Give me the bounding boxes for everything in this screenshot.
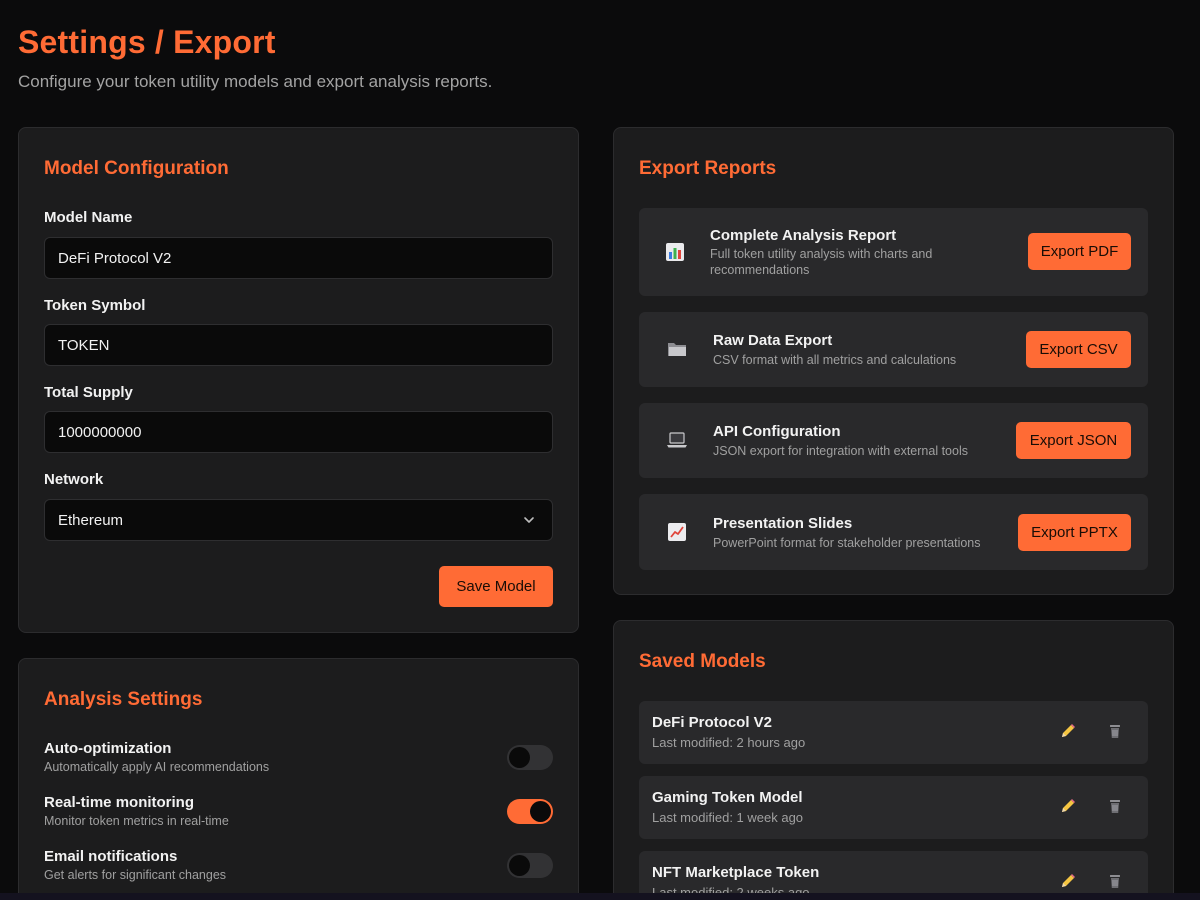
analysis-settings-card: Analysis Settings Auto-optimization Auto…	[18, 658, 579, 900]
page-subtitle: Configure your token utility models and …	[18, 72, 493, 91]
edit-pencil-icon[interactable]	[1059, 872, 1077, 890]
bar-chart-icon	[666, 243, 684, 261]
export-pptx-button[interactable]: Export PPTX	[1018, 514, 1131, 551]
folder-icon	[668, 343, 686, 356]
model-configuration-title: Model Configuration	[44, 158, 229, 179]
saved-model-meta: Last modified: 2 hours ago	[652, 735, 806, 750]
saved-model-meta: Last modified: 1 week ago	[652, 810, 804, 825]
model-name-label: Model Name	[44, 209, 133, 226]
chevron-down-icon	[524, 517, 534, 523]
model-name-input[interactable]: DeFi Protocol V2	[44, 237, 553, 279]
edit-pencil-icon[interactable]	[1059, 722, 1077, 740]
model-configuration-card: Model Configuration Model Name DeFi Prot…	[18, 127, 579, 633]
saved-models-title: Saved Models	[639, 651, 766, 672]
toggle-knob	[509, 747, 530, 768]
export-item-description: JSON export for integration with externa…	[713, 444, 968, 458]
network-select-value: Ethereum	[58, 511, 124, 529]
toggle-knob	[509, 855, 530, 876]
saved-models-card: Saved Models DeFi Protocol V2 Last modif…	[613, 620, 1174, 900]
analysis-settings-title: Analysis Settings	[44, 689, 203, 710]
saved-model-name: Gaming Token Model	[652, 789, 803, 806]
trash-icon[interactable]	[1106, 872, 1124, 890]
setting-description: Get alerts for significant changes	[44, 868, 227, 882]
export-reports-card: Export Reports Complete Analysis Report …	[613, 127, 1174, 595]
save-model-button[interactable]: Save Model	[439, 566, 553, 607]
trash-icon[interactable]	[1106, 797, 1124, 815]
export-pdf-button[interactable]: Export PDF	[1028, 233, 1131, 270]
export-reports-title: Export Reports	[639, 158, 777, 179]
real-time-monitoring-toggle[interactable]	[507, 799, 553, 824]
edit-pencil-icon[interactable]	[1059, 797, 1077, 815]
laptop-icon	[667, 432, 687, 448]
saved-model-item[interactable]: Gaming Token Model Last modified: 1 week…	[639, 776, 1148, 839]
token-symbol-label: Token Symbol	[44, 297, 146, 314]
toggle-knob	[530, 801, 551, 822]
trash-icon[interactable]	[1106, 722, 1124, 740]
setting-description: Automatically apply AI recommendations	[44, 760, 270, 774]
setting-description: Monitor token metrics in real-time	[44, 814, 229, 828]
export-item-name: Raw Data Export	[713, 332, 833, 349]
total-supply-label: Total Supply	[44, 384, 133, 401]
export-item-json: API Configuration JSON export for integr…	[639, 403, 1148, 478]
export-item-pdf: Complete Analysis Report Full token util…	[639, 208, 1148, 296]
network-label: Network	[44, 471, 104, 488]
export-item-description: Full token utility analysis with charts …	[710, 247, 933, 277]
token-symbol-input[interactable]: TOKEN	[44, 324, 553, 366]
saved-model-name: NFT Marketplace Token	[652, 864, 820, 881]
export-item-name: Presentation Slides	[713, 515, 853, 532]
bottom-scroll-edge	[0, 893, 1200, 900]
export-item-description: CSV format with all metrics and calculat…	[713, 353, 957, 367]
total-supply-input[interactable]: 1000000000	[44, 411, 553, 453]
setting-name: Email notifications	[44, 848, 178, 865]
network-select[interactable]: Ethereum	[44, 499, 553, 541]
export-item-pptx: Presentation Slides PowerPoint format fo…	[639, 494, 1148, 570]
export-item-csv: Raw Data Export CSV format with all metr…	[639, 312, 1148, 387]
line-chart-icon	[668, 523, 686, 541]
settings-export-page: Settings / Export Configure your token u…	[0, 0, 1200, 900]
setting-name: Auto-optimization	[44, 740, 172, 757]
export-item-description: PowerPoint format for stakeholder presen…	[713, 536, 981, 550]
export-item-name: API Configuration	[713, 423, 841, 440]
email-notifications-toggle[interactable]	[507, 853, 553, 878]
saved-model-item[interactable]: DeFi Protocol V2 Last modified: 2 hours …	[639, 701, 1148, 764]
export-csv-button[interactable]: Export CSV	[1026, 331, 1131, 368]
page-title: Settings / Export	[18, 24, 276, 60]
export-json-button[interactable]: Export JSON	[1016, 422, 1131, 459]
setting-name: Real-time monitoring	[44, 794, 195, 811]
export-item-name: Complete Analysis Report	[710, 227, 897, 244]
auto-optimization-toggle[interactable]	[507, 745, 553, 770]
saved-model-name: DeFi Protocol V2	[652, 714, 773, 731]
